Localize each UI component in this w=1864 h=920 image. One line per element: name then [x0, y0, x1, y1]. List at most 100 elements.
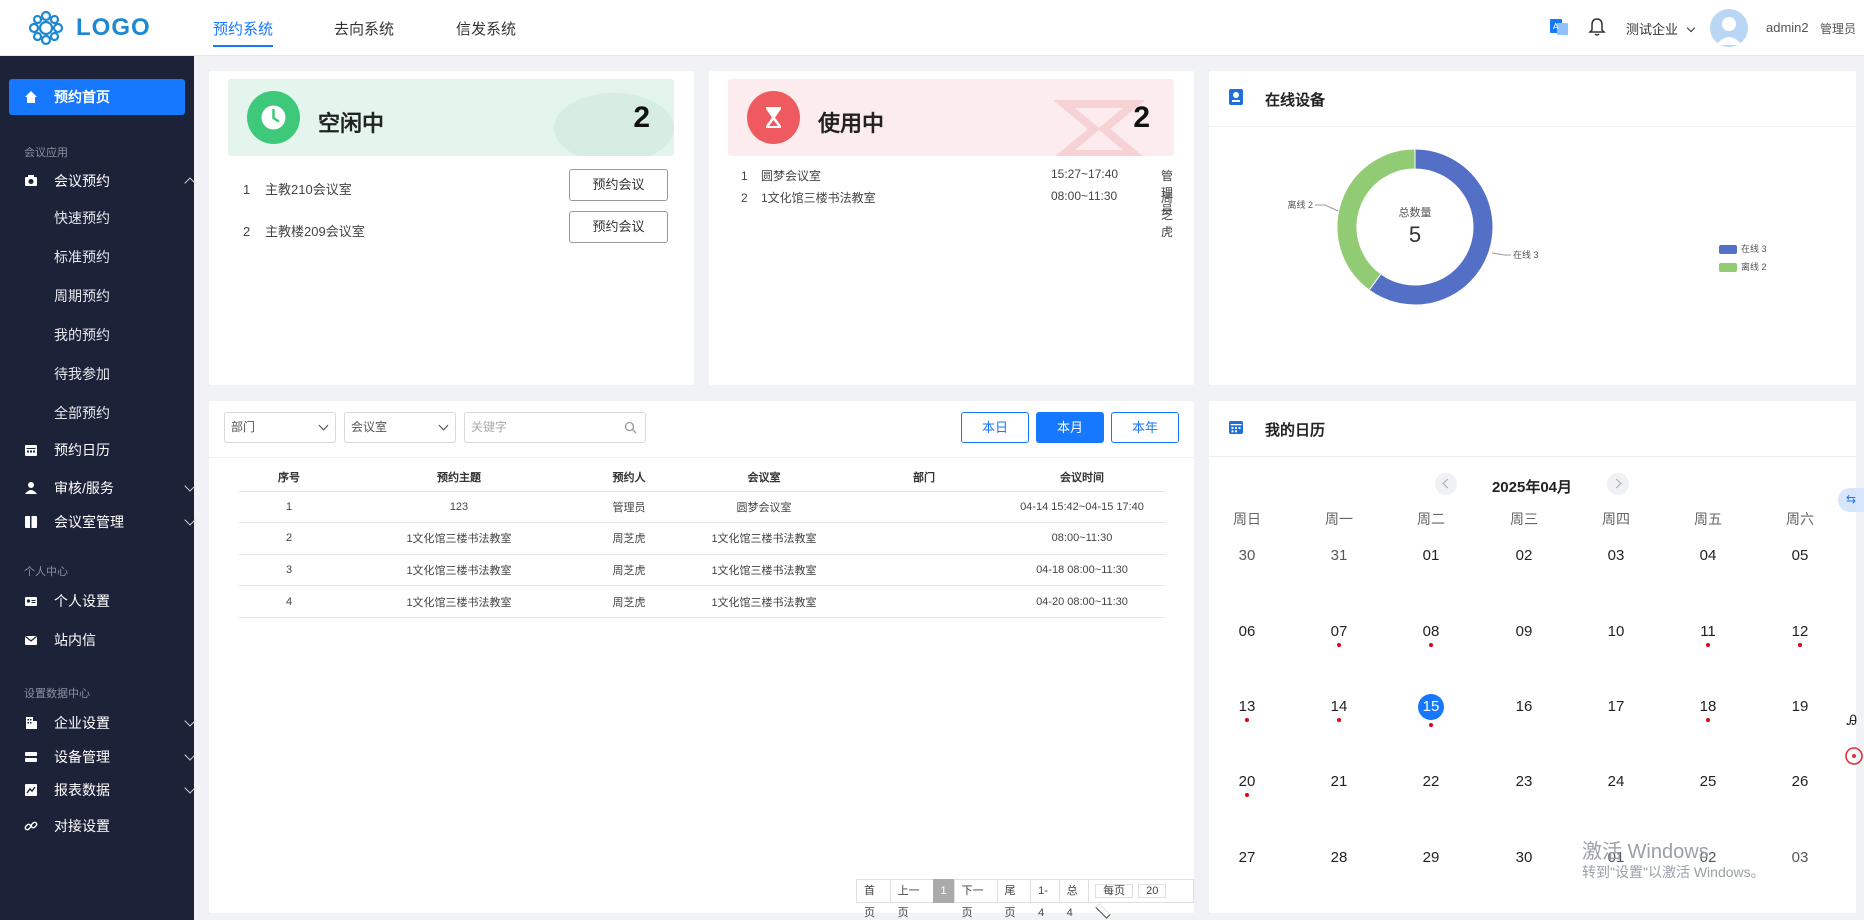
table-row[interactable]: 3 1文化馆三楼书法教室 周芝虎 1文化馆三楼书法教室 04-18 08:00~… [239, 554, 1165, 587]
sidebar-item-review[interactable]: 审核/服务 [24, 478, 196, 498]
calendar-day[interactable]: 27 [1217, 849, 1277, 866]
sidebar-sub-standard[interactable]: 标准预约 [54, 247, 110, 267]
calendar-day[interactable]: 18 [1678, 698, 1738, 722]
sidebar-item-report[interactable]: 报表数据 [24, 780, 196, 800]
sidebar-sub-quick[interactable]: 快速预约 [54, 208, 110, 228]
calendar-day[interactable]: 10 [1586, 623, 1646, 640]
avatar[interactable] [1710, 9, 1748, 47]
dept-select-value: 部门 [231, 420, 256, 434]
calendar-day[interactable]: 17 [1586, 698, 1646, 715]
logo[interactable]: LOGO [26, 8, 151, 48]
calendar-day[interactable]: 07 [1309, 623, 1369, 647]
chevron-down-icon [184, 514, 196, 526]
inuse-room-row: 1 圆梦会议室 15:27~17:40 管理员 [741, 167, 1174, 217]
cell: 04-18 08:00~11:30 [999, 554, 1165, 587]
weekday-header: 周六 [1786, 511, 1814, 527]
sidebar-sub-all[interactable]: 全部预约 [54, 403, 110, 423]
keyword-input[interactable]: 关键字 [464, 412, 646, 443]
calendar-day[interactable]: 20 [1217, 773, 1277, 797]
calendar-day[interactable]: 03 [1770, 849, 1830, 866]
pager-current[interactable]: 1 [932, 879, 955, 903]
day-number: 22 [1422, 773, 1440, 790]
calendar-day[interactable]: 14 [1309, 698, 1369, 722]
calendar-day[interactable]: 09 [1494, 623, 1554, 640]
next-month-button[interactable] [1607, 473, 1629, 495]
sidebar-item-room-mgmt[interactable]: 会议室管理 [24, 512, 196, 532]
chevron-down-icon [1686, 23, 1695, 33]
pager-prev[interactable]: 上一页 [889, 879, 934, 919]
calendar-day[interactable]: 12 [1770, 623, 1830, 647]
translate-float-button[interactable]: ⇆ [1838, 488, 1864, 512]
nav-whereabouts-system[interactable]: 去向系统 [334, 18, 394, 39]
dept-select[interactable]: 部门 [224, 412, 336, 443]
pager-last[interactable]: 尾页 [996, 879, 1032, 919]
sidebar-sub-mine[interactable]: 我的预约 [54, 325, 110, 345]
table-row[interactable]: 2 1文化馆三楼书法教室 周芝虎 1文化馆三楼书法教室 08:00~11:30 [239, 522, 1165, 555]
label-line-online [1491, 252, 1511, 256]
pager-next[interactable]: 下一页 [953, 879, 998, 919]
cell: 1文化馆三楼书法教室 [339, 585, 579, 618]
search-icon[interactable] [624, 421, 637, 434]
bell-icon[interactable] [1586, 16, 1608, 38]
tab-today[interactable]: 本日 [961, 412, 1029, 443]
sidebar-sub-recurring[interactable]: 周期预约 [54, 286, 110, 306]
cell: 04-20 08:00~11:30 [999, 585, 1165, 618]
sidebar-item-enterprise[interactable]: 企业设置 [24, 713, 196, 733]
username[interactable]: admin2 [1766, 20, 1809, 35]
sidebar-item-personal-settings[interactable]: 个人设置 [24, 591, 110, 611]
calendar-day-today[interactable]: 15 [1401, 694, 1461, 727]
table-row[interactable]: 1 123 管理员 圆梦会议室 04-14 15:42~04-15 17:40 [239, 491, 1165, 524]
room-select[interactable]: 会议室 [344, 412, 456, 443]
calendar-day[interactable]: 30 [1217, 547, 1277, 564]
calendar-day[interactable]: 06 [1217, 623, 1277, 640]
calendar-day[interactable]: 02 [1494, 547, 1554, 564]
sidebar-item-calendar[interactable]: 预约日历 [24, 440, 110, 460]
company-name: 测试企业 [1626, 22, 1679, 37]
sidebar-sub-attending[interactable]: 待我参加 [54, 364, 110, 384]
table-row[interactable]: 4 1文化馆三楼书法教室 周芝虎 1文化馆三楼书法教室 04-20 08:00~… [239, 585, 1165, 618]
calendar-day[interactable]: 23 [1494, 773, 1554, 790]
calendar-day[interactable]: 26 [1770, 773, 1830, 790]
calendar-day[interactable]: 03 [1586, 547, 1646, 564]
calendar-day[interactable]: 24 [1586, 773, 1646, 790]
calendar-day[interactable]: 11 [1678, 623, 1738, 647]
sidebar-item-meeting-booking[interactable]: 会议预约 [24, 171, 196, 191]
col-header: 会议室 [679, 463, 849, 492]
calendar-day[interactable]: 28 [1309, 849, 1369, 866]
book-meeting-button[interactable]: 预约会议 [569, 169, 668, 201]
col-header: 部门 [849, 463, 999, 492]
translate-icon[interactable]: A [1548, 16, 1570, 38]
company-selector[interactable]: 测试企业 [1626, 19, 1695, 38]
calendar-day[interactable]: 31 [1309, 547, 1369, 564]
nav-booking-system[interactable]: 预约系统 [213, 18, 274, 47]
plugin-icon[interactable] [1840, 744, 1864, 768]
calendar-day[interactable]: 01 [1401, 547, 1461, 564]
top-bar: LOGO 预约系统 去向系统 信发系统 A 测试企业 admin2 管理员 [0, 0, 1864, 56]
calendar-day[interactable]: 04 [1678, 547, 1738, 564]
calendar-day[interactable]: 05 [1770, 547, 1830, 564]
calendar-day[interactable]: 19 [1770, 698, 1830, 715]
translate-tool-icon[interactable]: Ꭿ [1840, 710, 1864, 734]
sidebar-item-home[interactable]: 预约首页 [24, 87, 110, 107]
calendar-day[interactable]: 30 [1494, 849, 1554, 866]
tab-this-month[interactable]: 本月 [1036, 412, 1104, 443]
sidebar-item-label: 预约首页 [54, 89, 110, 105]
pager-first[interactable]: 首页 [856, 879, 891, 919]
sidebar-item-integration[interactable]: 对接设置 [24, 816, 110, 836]
sidebar-item-inbox[interactable]: 站内信 [24, 630, 96, 650]
col-header: 序号 [239, 463, 339, 492]
calendar-day[interactable]: 08 [1401, 623, 1461, 647]
calendar-day[interactable]: 29 [1401, 849, 1461, 866]
tab-this-year[interactable]: 本年 [1111, 412, 1179, 443]
calendar-day[interactable]: 16 [1494, 698, 1554, 715]
calendar-day[interactable]: 21 [1309, 773, 1369, 790]
sidebar-item-device[interactable]: 设备管理 [24, 747, 196, 767]
day-number: 01 [1422, 547, 1440, 564]
calendar-day[interactable]: 13 [1217, 698, 1277, 722]
calendar-day[interactable]: 25 [1678, 773, 1738, 790]
book-meeting-button[interactable]: 预约会议 [569, 211, 668, 243]
calendar-day[interactable]: 22 [1401, 773, 1461, 790]
pager-per-page[interactable]: 每页 20 [1088, 879, 1194, 919]
nav-info-system[interactable]: 信发系统 [456, 18, 516, 39]
donut-segment-offline[interactable] [1336, 148, 1416, 291]
